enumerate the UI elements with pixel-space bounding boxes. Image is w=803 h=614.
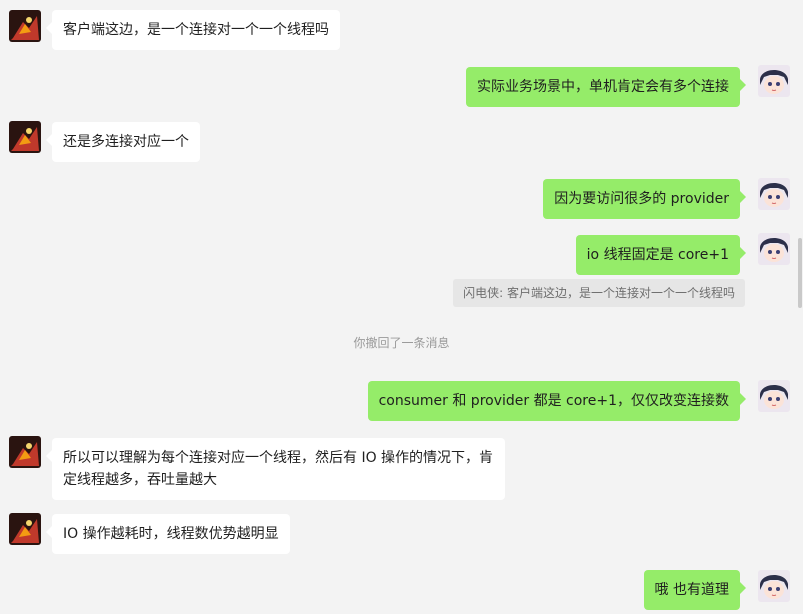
my-avatar-image — [758, 178, 790, 210]
quoted-message-text: 闪电侠: 客户端这边，是一个连接对一个一个线程吗 — [463, 286, 735, 300]
recall-notice: 你撤回了一条消息 — [0, 334, 803, 351]
contact-avatar[interactable] — [9, 10, 41, 42]
my-avatar-image — [758, 233, 790, 265]
message-text: 还是多连接对应一个 — [63, 134, 189, 150]
contact-avatar[interactable] — [9, 436, 41, 468]
my-avatar[interactable] — [758, 380, 790, 412]
my-avatar-image — [758, 380, 790, 412]
my-avatar[interactable] — [758, 570, 790, 602]
contact-avatar-image — [9, 436, 41, 468]
message-text: 客户端这边，是一个连接对一个一个线程吗 — [63, 22, 329, 38]
my-avatar-image — [758, 65, 790, 97]
contact-avatar-image — [9, 121, 41, 153]
message-bubble[interactable]: 所以可以理解为每个连接对应一个线程，然后有 IO 操作的情况下，肯定线程越多，吞… — [46, 438, 505, 500]
message-bubble[interactable]: io 线程固定是 core+1 — [575, 235, 747, 275]
message-text: IO 操作越耗时，线程数优势越明显 — [63, 526, 279, 542]
recall-notice-text: 你撤回了一条消息 — [353, 336, 450, 350]
message-text: consumer 和 provider 都是 core+1，仅仅改变连接数 — [378, 393, 729, 409]
contact-avatar[interactable] — [9, 513, 41, 545]
contact-avatar-image — [9, 10, 41, 42]
message-bubble[interactable]: 哦 也有道理 — [643, 570, 747, 610]
my-avatar-image — [758, 570, 790, 602]
message-bubble[interactable]: 还是多连接对应一个 — [46, 122, 200, 162]
quoted-message[interactable]: 闪电侠: 客户端这边，是一个连接对一个一个线程吗 — [453, 279, 745, 307]
message-bubble[interactable]: 客户端这边，是一个连接对一个一个线程吗 — [46, 10, 340, 50]
my-avatar[interactable] — [758, 233, 790, 265]
message-bubble[interactable]: 因为要访问很多的 provider — [543, 179, 746, 219]
message-bubble[interactable]: 实际业务场景中，单机肯定会有多个连接 — [466, 67, 746, 107]
my-avatar[interactable] — [758, 65, 790, 97]
message-bubble[interactable]: consumer 和 provider 都是 core+1，仅仅改变连接数 — [367, 381, 747, 421]
message-text: 哦 也有道理 — [654, 582, 729, 598]
message-text: 因为要访问很多的 provider — [554, 191, 729, 207]
message-text: io 线程固定是 core+1 — [586, 247, 729, 263]
message-text: 所以可以理解为每个连接对应一个线程，然后有 IO 操作的情况下，肯定线程越多，吞… — [63, 450, 494, 488]
message-text: 实际业务场景中，单机肯定会有多个连接 — [477, 79, 729, 95]
chat-scrollbar[interactable] — [798, 238, 802, 308]
contact-avatar-image — [9, 513, 41, 545]
message-bubble[interactable]: IO 操作越耗时，线程数优势越明显 — [46, 514, 290, 554]
contact-avatar[interactable] — [9, 121, 41, 153]
my-avatar[interactable] — [758, 178, 790, 210]
